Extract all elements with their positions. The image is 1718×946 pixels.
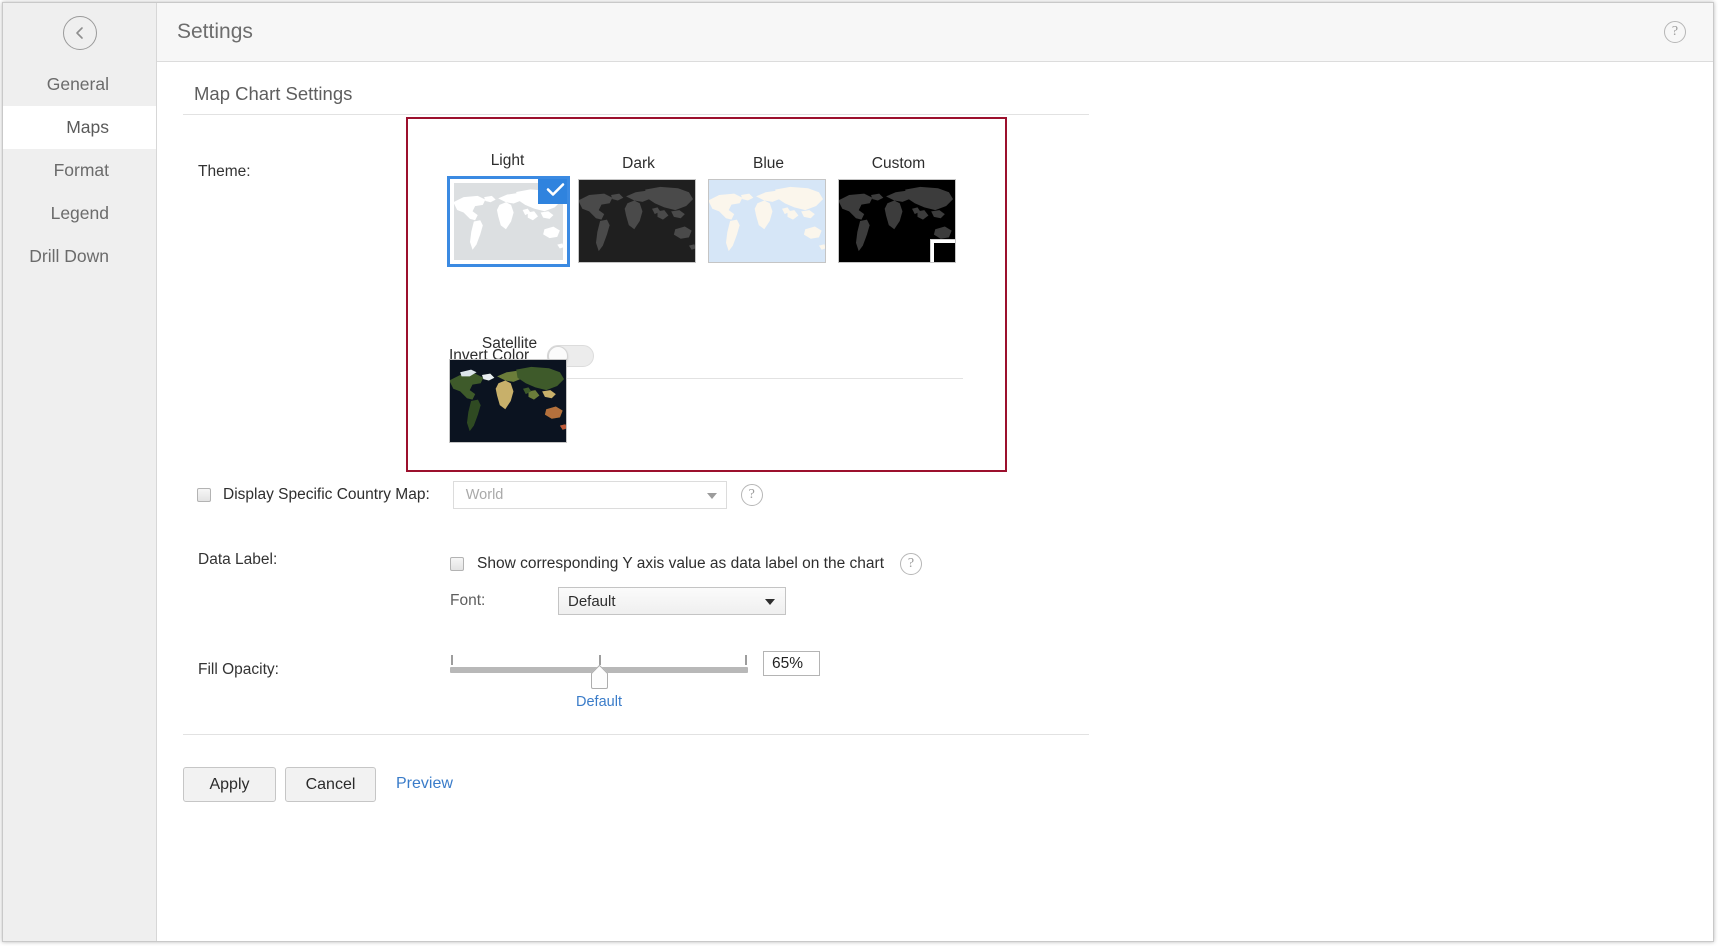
- back-button[interactable]: [3, 3, 156, 63]
- sidebar-item-drill-down[interactable]: Drill Down: [3, 235, 156, 278]
- world-map-thumbnail-dark: [579, 180, 695, 262]
- data-label-help-icon[interactable]: ?: [900, 553, 922, 575]
- custom-color-swatch[interactable]: [931, 240, 955, 262]
- theme-thumbnail-blue[interactable]: [708, 179, 826, 263]
- section-title: Map Chart Settings: [194, 83, 353, 104]
- world-map-thumbnail-blue: [709, 180, 825, 262]
- font-label: Font:: [450, 592, 486, 609]
- theme-thumbnail-dark[interactable]: [578, 179, 696, 263]
- settings-window: General Maps Format Legend Drill Down Se…: [2, 2, 1714, 942]
- title-divider: [183, 114, 1089, 115]
- theme-option-custom[interactable]: Custom: [838, 155, 959, 263]
- font-row: Font: Default: [450, 587, 786, 615]
- slider-tick: [451, 655, 453, 665]
- theme-label: Theme:: [198, 163, 251, 180]
- display-country-map-label: Display Specific Country Map:: [223, 486, 430, 503]
- help-circle-icon[interactable]: ?: [1664, 21, 1686, 43]
- check-icon: [538, 179, 567, 204]
- apply-button[interactable]: Apply: [183, 767, 276, 802]
- slider-tick: [599, 655, 601, 665]
- data-label-checkbox-row: Show corresponding Y axis value as data …: [450, 553, 922, 575]
- data-label-checkbox[interactable]: [450, 557, 464, 571]
- theme-option-dark-label: Dark: [622, 155, 655, 172]
- theme-option-satellite-label: Satellite: [481, 335, 538, 352]
- country-map-row: Display Specific Country Map: World ?: [197, 481, 763, 509]
- font-select-value: Default: [568, 593, 616, 610]
- sidebar-item-general[interactable]: General: [3, 63, 156, 106]
- theme-option-light[interactable]: Light: [447, 152, 570, 267]
- theme-thumbnail-light[interactable]: [447, 176, 570, 267]
- slider-thumb[interactable]: [591, 672, 608, 689]
- fill-opacity-value-input[interactable]: 65%: [763, 651, 820, 676]
- fill-opacity-label: Fill Opacity:: [198, 661, 279, 678]
- country-map-select[interactable]: World: [452, 481, 727, 509]
- theme-option-dark[interactable]: Dark: [578, 155, 699, 263]
- theme-option-blue[interactable]: Blue: [708, 155, 829, 263]
- satellite-map-thumbnail: [450, 360, 566, 442]
- slider-default-label[interactable]: Default: [576, 694, 622, 710]
- theme-option-light-label: Light: [490, 152, 525, 169]
- country-map-help-icon[interactable]: ?: [740, 484, 763, 506]
- preview-link[interactable]: Preview: [396, 775, 453, 793]
- sidebar-item-format[interactable]: Format: [3, 149, 156, 192]
- font-select[interactable]: Default: [558, 587, 786, 615]
- fill-opacity-slider[interactable]: Default: [450, 650, 748, 710]
- page-title: Settings: [177, 20, 253, 43]
- screenshot-root: General Maps Format Legend Drill Down Se…: [0, 0, 1718, 946]
- footer-divider: [183, 734, 1089, 735]
- chevron-down-icon: [706, 493, 717, 499]
- theme-thumbnail-custom[interactable]: [838, 179, 956, 263]
- theme-option-satellite[interactable]: Satellite: [449, 335, 570, 443]
- settings-content: Map Chart Settings Theme: Light Dark Blu…: [157, 62, 1713, 941]
- country-map-select-value: World: [465, 487, 504, 503]
- display-country-map-checkbox[interactable]: [197, 488, 211, 502]
- sidebar-item-maps[interactable]: Maps: [3, 106, 156, 149]
- cancel-button[interactable]: Cancel: [285, 767, 376, 802]
- sidebar-item-legend[interactable]: Legend: [3, 192, 156, 235]
- slider-tick: [745, 655, 747, 665]
- chevron-left-circle-icon[interactable]: [62, 16, 97, 50]
- theme-thumbnail-satellite[interactable]: [449, 359, 567, 443]
- data-label-checkbox-text: Show corresponding Y axis value as data …: [477, 555, 884, 572]
- chevron-down-icon: [765, 599, 775, 605]
- data-label-label: Data Label:: [198, 551, 278, 568]
- sidebar: General Maps Format Legend Drill Down: [3, 3, 157, 941]
- theme-option-custom-label: Custom: [871, 155, 926, 172]
- header-bar: Settings ?: [157, 3, 1713, 62]
- theme-option-blue-label: Blue: [752, 155, 785, 172]
